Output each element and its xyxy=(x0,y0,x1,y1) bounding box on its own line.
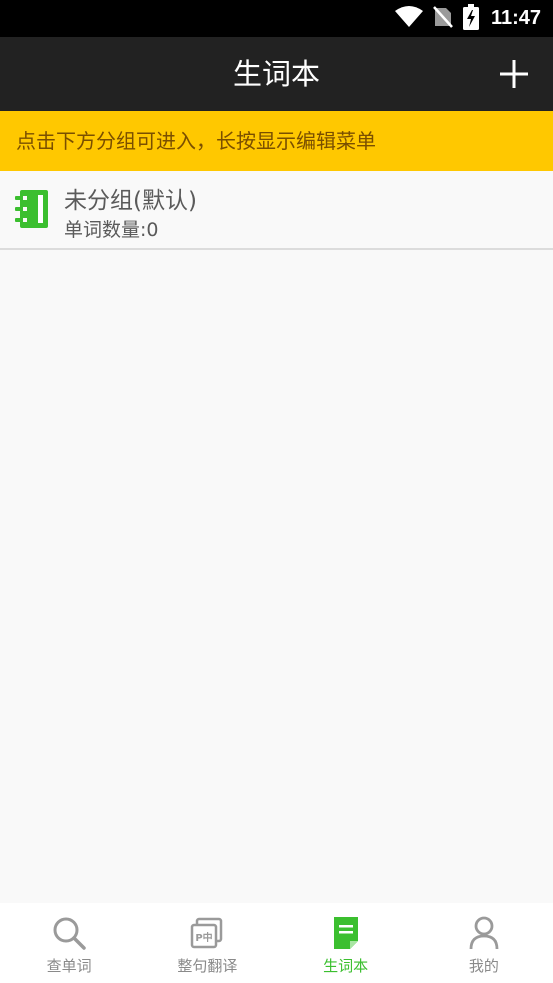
group-word-count: 单词数量:0 xyxy=(64,219,159,241)
status-time: 11:47 xyxy=(490,7,541,29)
hint-text: 点击下方分组可进入，长按显示编辑菜单 xyxy=(16,129,376,153)
battery-charging-icon xyxy=(462,3,479,34)
status-bar: 11:47 xyxy=(0,0,553,37)
bottom-nav: 查单词 P中 整句翻译 生词本 我的 xyxy=(0,903,553,983)
group-item-default[interactable]: 未分组(默认) 单词数量:0 xyxy=(0,171,553,250)
hint-banner: 点击下方分组可进入，长按显示编辑菜单 xyxy=(0,111,553,171)
nav-label-lookup: 查单词 xyxy=(46,957,92,975)
vocabulary-book-icon xyxy=(333,917,358,949)
nav-item-mine[interactable]: 我的 xyxy=(415,903,553,983)
add-group-button[interactable] xyxy=(497,57,531,91)
plus-icon xyxy=(500,60,528,88)
nav-label-mine: 我的 xyxy=(468,957,499,975)
nav-item-vocabulary[interactable]: 生词本 xyxy=(277,903,415,983)
translate-icon: P中 xyxy=(191,917,223,949)
svg-text:P中: P中 xyxy=(196,931,213,944)
group-list: 未分组(默认) 单词数量:0 xyxy=(0,171,553,250)
nav-item-translate[interactable]: P中 整句翻译 xyxy=(138,903,276,983)
status-icons: 11:47 xyxy=(394,0,541,37)
no-sim-icon xyxy=(433,5,453,32)
app-bar: 生词本 xyxy=(0,37,553,111)
group-name: 未分组(默认) xyxy=(64,188,197,214)
notebook-icon xyxy=(14,189,50,229)
nav-label-translate: 整句翻译 xyxy=(177,957,238,975)
nav-label-vocabulary: 生词本 xyxy=(323,957,369,975)
search-icon xyxy=(53,917,86,950)
wifi-icon xyxy=(394,5,423,32)
page-title: 生词本 xyxy=(232,57,320,91)
user-icon xyxy=(469,916,499,950)
nav-item-lookup[interactable]: 查单词 xyxy=(0,903,138,983)
